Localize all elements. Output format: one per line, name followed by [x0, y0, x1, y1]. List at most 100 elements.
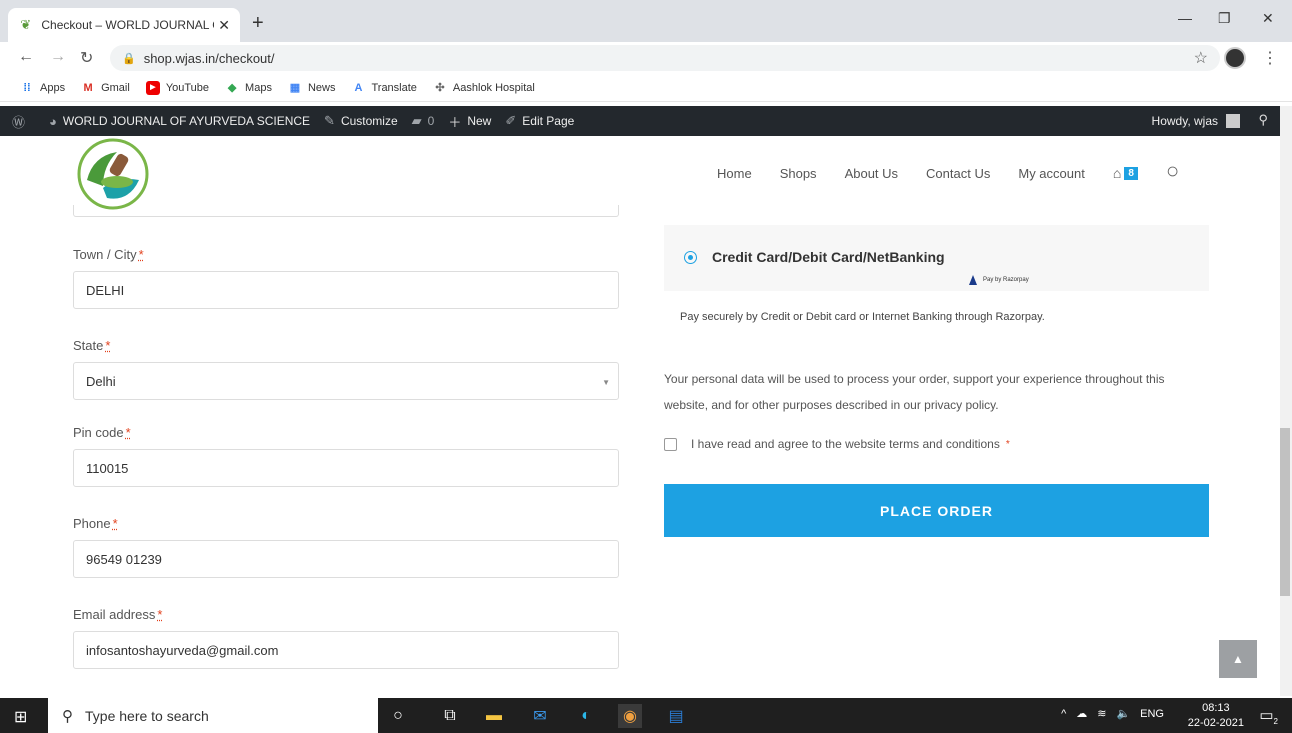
language-indicator[interactable]: ENG [1140, 708, 1164, 720]
new-tab-icon[interactable]: + [252, 12, 264, 35]
chrome-taskbar-icon[interactable]: ◉ [618, 704, 642, 728]
pencil-icon: ✐ [505, 113, 517, 128]
dropdown-arrow-icon: ▼ [602, 378, 610, 387]
profile-avatar[interactable] [1224, 47, 1246, 69]
network-icon[interactable]: ≋ [1097, 707, 1106, 720]
admin-site-name[interactable]: ◕ WORLD JOURNAL OF AYURVEDA SCIENCE [49, 114, 310, 129]
admin-edit-page[interactable]: ✐ Edit Page [505, 113, 574, 129]
admin-comments[interactable]: ▰ 0 [412, 113, 435, 129]
nav-about-us[interactable]: About Us [845, 166, 898, 181]
comment-icon: ▰ [411, 113, 422, 128]
maps-icon: ◆ [227, 81, 237, 94]
place-order-button[interactable]: PLACE ORDER [664, 484, 1209, 537]
file-explorer-icon[interactable]: ▬ [482, 704, 506, 728]
bookmarks-bar: ⁞⁞ Apps M Gmail ▶ YouTube ◆ Maps ▦ News A Tran… [0, 74, 1292, 102]
terms-row: I have read and agree to the website ter… [664, 437, 1010, 451]
nav-home[interactable]: Home [717, 166, 752, 181]
bookmark-aashlok[interactable]: ✣ Aashlok Hospital [433, 81, 535, 95]
task-view-icon[interactable]: ⧉ [438, 704, 462, 728]
restore-icon[interactable]: ❐ [1218, 10, 1231, 27]
bookmark-gmail[interactable]: M Gmail [81, 81, 129, 95]
dashboard-icon: ◕ [49, 113, 57, 129]
terms-checkbox[interactable] [664, 437, 677, 451]
wp-logo-menu[interactable]: Ⓦ [12, 112, 31, 131]
mail-icon[interactable]: ✉ [528, 704, 552, 728]
windows-taskbar: ⊞ ⚲ Type here to search ○ ⧉ ▬ ✉ ◐ ◉ ▤ ^ … [0, 698, 1292, 733]
phone-input[interactable]: 96549 01239 [73, 540, 619, 578]
hospital-icon: ✣ [435, 81, 445, 94]
email-input[interactable]: infosantoshayurveda@gmail.com [73, 631, 619, 669]
town-label: Town / City * [73, 247, 144, 262]
nav-my-account[interactable]: My account [1018, 166, 1084, 181]
bookmark-maps[interactable]: ◆ Maps [225, 81, 272, 95]
onedrive-icon[interactable]: ☁ [1076, 707, 1087, 720]
bookmark-news[interactable]: ▦ News [288, 81, 336, 95]
payment-method-title[interactable]: Credit Card/Debit Card/NetBanking [712, 249, 945, 265]
previous-field-bottom [73, 205, 619, 217]
admin-customize[interactable]: ✎ Customize [324, 113, 398, 129]
payment-radio[interactable] [684, 251, 697, 264]
close-tab-icon[interactable]: ✕ [218, 17, 230, 34]
forward-icon[interactable]: → [50, 48, 66, 66]
notifications-icon[interactable]: ▭2 [1259, 706, 1278, 726]
brush-icon: ✎ [324, 113, 335, 128]
reload-icon[interactable]: ↻ [80, 48, 93, 68]
browser-tab-bar: ❦ Checkout – WORLD JOURNAL OF ✕ + — ❐ ✕ [0, 0, 1292, 42]
main-navigation: Home Shops About Us Contact Us My accoun… [717, 158, 1179, 184]
cart-count-badge: 8 [1124, 166, 1138, 180]
tray-chevron-icon[interactable]: ^ [1061, 708, 1066, 720]
admin-avatar [1226, 114, 1240, 128]
news-icon: ▦ [289, 81, 301, 94]
terms-required-mark: * [1005, 438, 1010, 450]
url-text: shop.wjas.in/checkout/ [143, 50, 275, 66]
site-logo[interactable] [73, 136, 153, 212]
razorpay-logo: Pay by Razorpay [969, 275, 1029, 285]
bookmark-translate[interactable]: A Translate [351, 81, 416, 95]
scroll-thumb[interactable] [1280, 428, 1290, 596]
bookmark-star-icon[interactable]: ☆ [1194, 48, 1208, 68]
payment-method-box: Credit Card/Debit Card/NetBanking Pay by… [664, 225, 1209, 291]
admin-new[interactable]: ＋ New [448, 112, 491, 131]
admin-search-icon[interactable]: ⚲ [1258, 112, 1268, 128]
windows-start-icon[interactable]: ⊞ [14, 707, 27, 727]
word-icon[interactable]: ▤ [664, 704, 688, 728]
payment-description: Pay securely by Credit or Debit card or … [680, 311, 1045, 323]
razorpay-icon [969, 275, 977, 285]
nav-contact-us[interactable]: Contact Us [926, 166, 990, 181]
taskbar-search-box[interactable]: ⚲ Type here to search [48, 698, 378, 733]
page-scrollbar[interactable] [1280, 106, 1292, 696]
youtube-icon: ▶ [145, 80, 160, 95]
minimize-icon[interactable]: — [1178, 10, 1192, 26]
wordpress-icon: Ⓦ [12, 114, 26, 130]
terms-label[interactable]: I have read and agree to the website ter… [691, 437, 1000, 451]
volume-icon[interactable]: 🔈 [1116, 707, 1130, 720]
close-window-icon[interactable]: ✕ [1262, 10, 1274, 27]
gmail-icon: M [83, 81, 93, 94]
omnibox[interactable]: 🔒 shop.wjas.in/checkout/ [110, 45, 1220, 71]
lock-icon: 🔒 [122, 52, 136, 65]
edge-icon[interactable]: ◐ [574, 704, 598, 728]
browser-tab[interactable]: ❦ Checkout – WORLD JOURNAL OF ✕ [8, 8, 240, 42]
nav-shops[interactable]: Shops [780, 166, 817, 181]
phone-label: Phone * [73, 516, 118, 531]
chevron-up-icon: ▲ [1232, 652, 1244, 666]
shopping-bag-icon: ⌂ [1112, 165, 1122, 181]
privacy-notice: Your personal data will be used to proce… [664, 372, 1165, 412]
email-label: Email address * [73, 607, 163, 622]
town-input[interactable]: DELHI [73, 271, 619, 309]
back-icon[interactable]: ← [18, 48, 34, 66]
address-bar-row: ← → ↻ 🔒 shop.wjas.in/checkout/ ☆ ⋮ [0, 42, 1292, 74]
wp-admin-bar: Ⓦ ◕ WORLD JOURNAL OF AYURVEDA SCIENCE ✎ Cu… [0, 106, 1280, 136]
bookmark-youtube[interactable]: ▶ YouTube [145, 80, 209, 95]
state-select[interactable]: Delhi ▼ [73, 362, 619, 400]
admin-account[interactable]: Howdy, wjas [1152, 114, 1240, 128]
cortana-icon[interactable]: ○ [386, 704, 410, 728]
taskbar-clock[interactable]: 08:13 22-02-2021 [1188, 701, 1244, 731]
cart-button[interactable]: ⌂ 8 [1113, 165, 1138, 181]
pin-input[interactable]: 110015 [73, 449, 619, 487]
chrome-menu-icon[interactable]: ⋮ [1262, 48, 1278, 68]
scroll-to-top-button[interactable]: ▲ [1219, 640, 1257, 678]
bookmark-apps[interactable]: ⁞⁞ Apps [20, 81, 65, 95]
tab-title: Checkout – WORLD JOURNAL OF [41, 18, 215, 32]
search-icon[interactable]: ○ [1166, 158, 1179, 184]
